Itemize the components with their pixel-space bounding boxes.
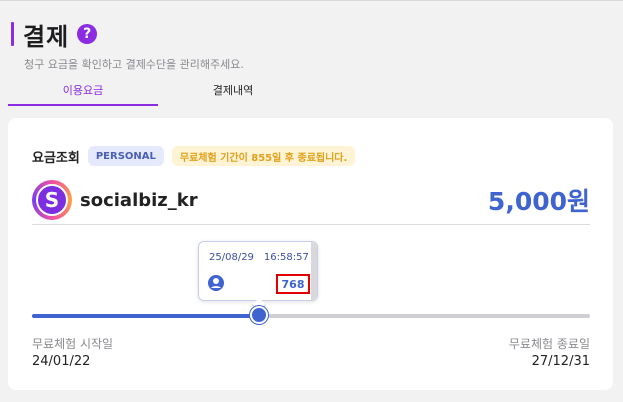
trial-progress-thumb[interactable] bbox=[250, 306, 268, 324]
tab-usage-fee[interactable]: 이용요금 bbox=[8, 80, 158, 106]
billing-card: 요금조회 PERSONAL 무료체험 기간이 855일 후 종료됩니다. S s… bbox=[8, 118, 613, 390]
trial-start-label: 무료체험 시작일 bbox=[32, 337, 114, 351]
page-header: 결제 ? bbox=[11, 20, 98, 51]
trial-progress-fill bbox=[32, 314, 259, 318]
trial-notice-badge: 무료체험 기간이 855일 후 종료됩니다. bbox=[171, 146, 356, 166]
help-icon[interactable]: ? bbox=[77, 24, 98, 44]
trial-end-date: 27/12/31 bbox=[531, 354, 590, 369]
tooltip-time: 16:58:57 bbox=[263, 252, 309, 263]
user-circle-icon bbox=[208, 275, 224, 291]
trial-start-date: 24/01/22 bbox=[32, 354, 91, 369]
plan-badge: PERSONAL bbox=[87, 146, 164, 166]
price-amount: 5,000원 bbox=[487, 187, 590, 216]
page-subtitle: 청구 요금을 확인하고 결제수단을 관리해주세요. bbox=[24, 58, 244, 71]
avatar-initial: S bbox=[36, 184, 68, 216]
tooltip-datetime: 25/08/29 16:58:57 bbox=[209, 252, 319, 263]
tab-bar: 이용요금 결제내역 bbox=[8, 80, 613, 106]
title-accent-bar bbox=[11, 22, 14, 46]
card-divider bbox=[32, 224, 590, 225]
lookup-header: 요금조회 PERSONAL 무료체험 기간이 855일 후 종료됩니다. bbox=[32, 146, 356, 166]
tooltip-value: 768 bbox=[276, 274, 310, 294]
trial-progress-track bbox=[32, 314, 590, 318]
trial-end-label: 무료체험 종료일 bbox=[508, 337, 590, 351]
tooltip-scrollbar[interactable] bbox=[311, 242, 317, 300]
account-name: socialbiz_kr bbox=[80, 189, 198, 211]
top-divider bbox=[0, 0, 623, 1]
tab-payment-history[interactable]: 결제내역 bbox=[158, 80, 308, 106]
usage-tooltip: 25/08/29 16:58:57 768 bbox=[198, 241, 318, 301]
tooltip-date: 25/08/29 bbox=[209, 252, 254, 263]
account-row: S socialbiz_kr 5,000원 bbox=[32, 176, 590, 224]
page-title: 결제 bbox=[23, 22, 70, 51]
lookup-label: 요금조회 bbox=[32, 150, 80, 166]
avatar: S bbox=[32, 180, 72, 220]
